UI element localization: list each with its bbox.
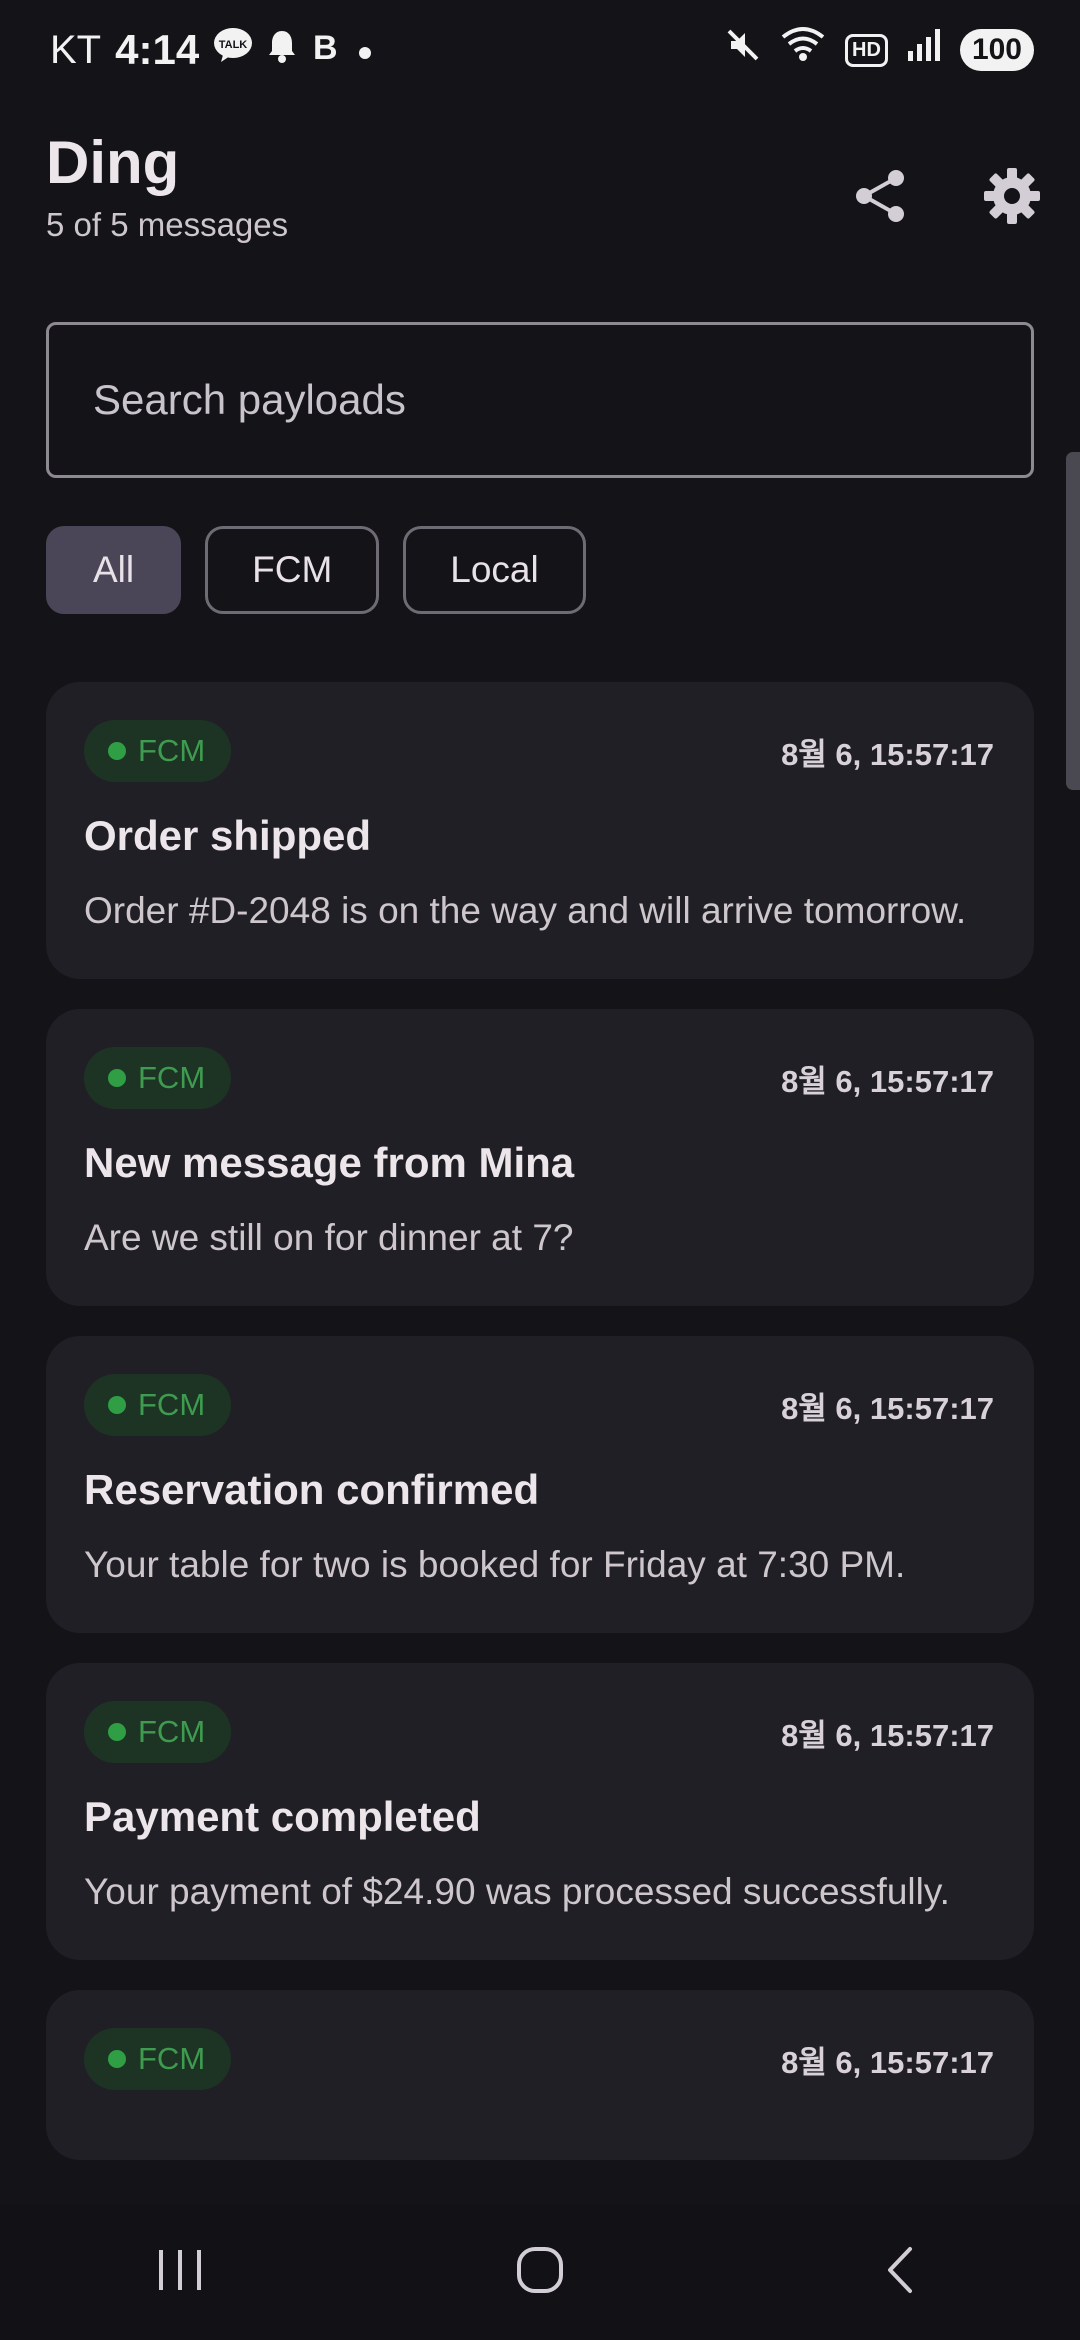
- status-dot-icon: [108, 1069, 126, 1087]
- clock: 4:14: [115, 26, 200, 73]
- search-input[interactable]: [91, 375, 1031, 425]
- message-timestamp: 8월 6, 15:57:17: [781, 2044, 994, 2080]
- message-title: Reservation confirmed: [84, 1466, 540, 1513]
- message-title: New message from Mina: [84, 1139, 575, 1186]
- carrier-label: KT: [50, 27, 102, 72]
- message-card[interactable]: FCM 8월 6, 15:57:17 Reservation confirmed…: [46, 1336, 1034, 1633]
- status-bar-right: HD 100: [725, 25, 1034, 75]
- message-timestamp: 8월 6, 15:57:17: [781, 1390, 994, 1426]
- message-body: Order #D-2048 is on the way and will arr…: [84, 890, 967, 931]
- source-label: FCM: [138, 1714, 206, 1749]
- source-badge: FCM: [84, 1374, 232, 1436]
- svg-text:B: B: [313, 29, 338, 63]
- status-dot-icon: [108, 1396, 126, 1414]
- mute-icon: [725, 27, 761, 73]
- share-button[interactable]: [832, 150, 928, 246]
- scrollbar[interactable]: [1066, 452, 1080, 790]
- message-body: Your payment of $24.90 was processed suc…: [84, 1871, 950, 1912]
- filter-chips: All FCM Local: [46, 526, 586, 614]
- message-title: Order shipped: [84, 812, 372, 859]
- message-body: Your table for two is booked for Friday …: [84, 1544, 906, 1585]
- share-icon: [850, 166, 910, 231]
- recents-icon: [155, 2248, 205, 2297]
- hd-icon: HD: [845, 33, 888, 67]
- back-button[interactable]: [840, 2227, 960, 2317]
- home-button[interactable]: [480, 2227, 600, 2317]
- system-nav-bar: [0, 2204, 1080, 2340]
- message-card[interactable]: FCM 8월 6, 15:57:17: [46, 1990, 1034, 2160]
- home-icon: [515, 2245, 565, 2300]
- source-label: FCM: [138, 2041, 206, 2076]
- filter-chip-fcm[interactable]: FCM: [205, 526, 380, 614]
- status-bar: KT 4:14 TALK B HD 100: [0, 0, 1080, 100]
- filter-chip-all[interactable]: All: [46, 526, 182, 614]
- source-label: FCM: [138, 1060, 206, 1095]
- message-list[interactable]: FCM 8월 6, 15:57:17 Order shipped Order #…: [46, 682, 1034, 2204]
- source-badge: FCM: [84, 2028, 232, 2090]
- wifi-icon: [779, 25, 827, 75]
- message-body: Are we still on for dinner at 7?: [84, 1217, 574, 1258]
- message-count: 5 of 5 messages: [46, 206, 289, 243]
- battery-indicator: 100: [959, 29, 1034, 71]
- svg-text:TALK: TALK: [219, 39, 248, 51]
- status-dot-icon: [108, 742, 126, 760]
- signal-icon: [906, 27, 942, 73]
- recents-button[interactable]: [120, 2227, 240, 2317]
- filter-chip-local[interactable]: Local: [403, 526, 586, 614]
- talk-icon: TALK: [213, 27, 253, 73]
- b-icon: B: [311, 28, 341, 73]
- bell-icon: [267, 28, 297, 73]
- settings-button[interactable]: [964, 150, 1060, 246]
- source-label: FCM: [138, 1387, 206, 1422]
- source-badge: FCM: [84, 1047, 232, 1109]
- message-card[interactable]: FCM 8월 6, 15:57:17 Order shipped Order #…: [46, 682, 1034, 979]
- status-bar-left: KT 4:14 TALK B: [50, 26, 375, 74]
- source-badge: FCM: [84, 1701, 232, 1763]
- dot-icon: [355, 28, 375, 73]
- message-card[interactable]: FCM 8월 6, 15:57:17 New message from Mina…: [46, 1009, 1034, 1306]
- search-field[interactable]: [46, 322, 1034, 478]
- message-title: Payment completed: [84, 1793, 481, 1840]
- message-card[interactable]: FCM 8월 6, 15:57:17 Payment completed You…: [46, 1663, 1034, 1960]
- source-badge: FCM: [84, 720, 232, 782]
- message-timestamp: 8월 6, 15:57:17: [781, 1717, 994, 1753]
- message-timestamp: 8월 6, 15:57:17: [781, 1063, 994, 1099]
- page-title: Ding: [46, 129, 180, 196]
- status-dot-icon: [108, 1723, 126, 1741]
- back-icon: [880, 2245, 920, 2300]
- message-timestamp: 8월 6, 15:57:17: [781, 736, 994, 772]
- app-header: Ding 5 of 5 messages: [46, 124, 1040, 254]
- gear-icon: [982, 166, 1042, 231]
- status-dot-icon: [108, 2050, 126, 2068]
- source-label: FCM: [138, 733, 206, 768]
